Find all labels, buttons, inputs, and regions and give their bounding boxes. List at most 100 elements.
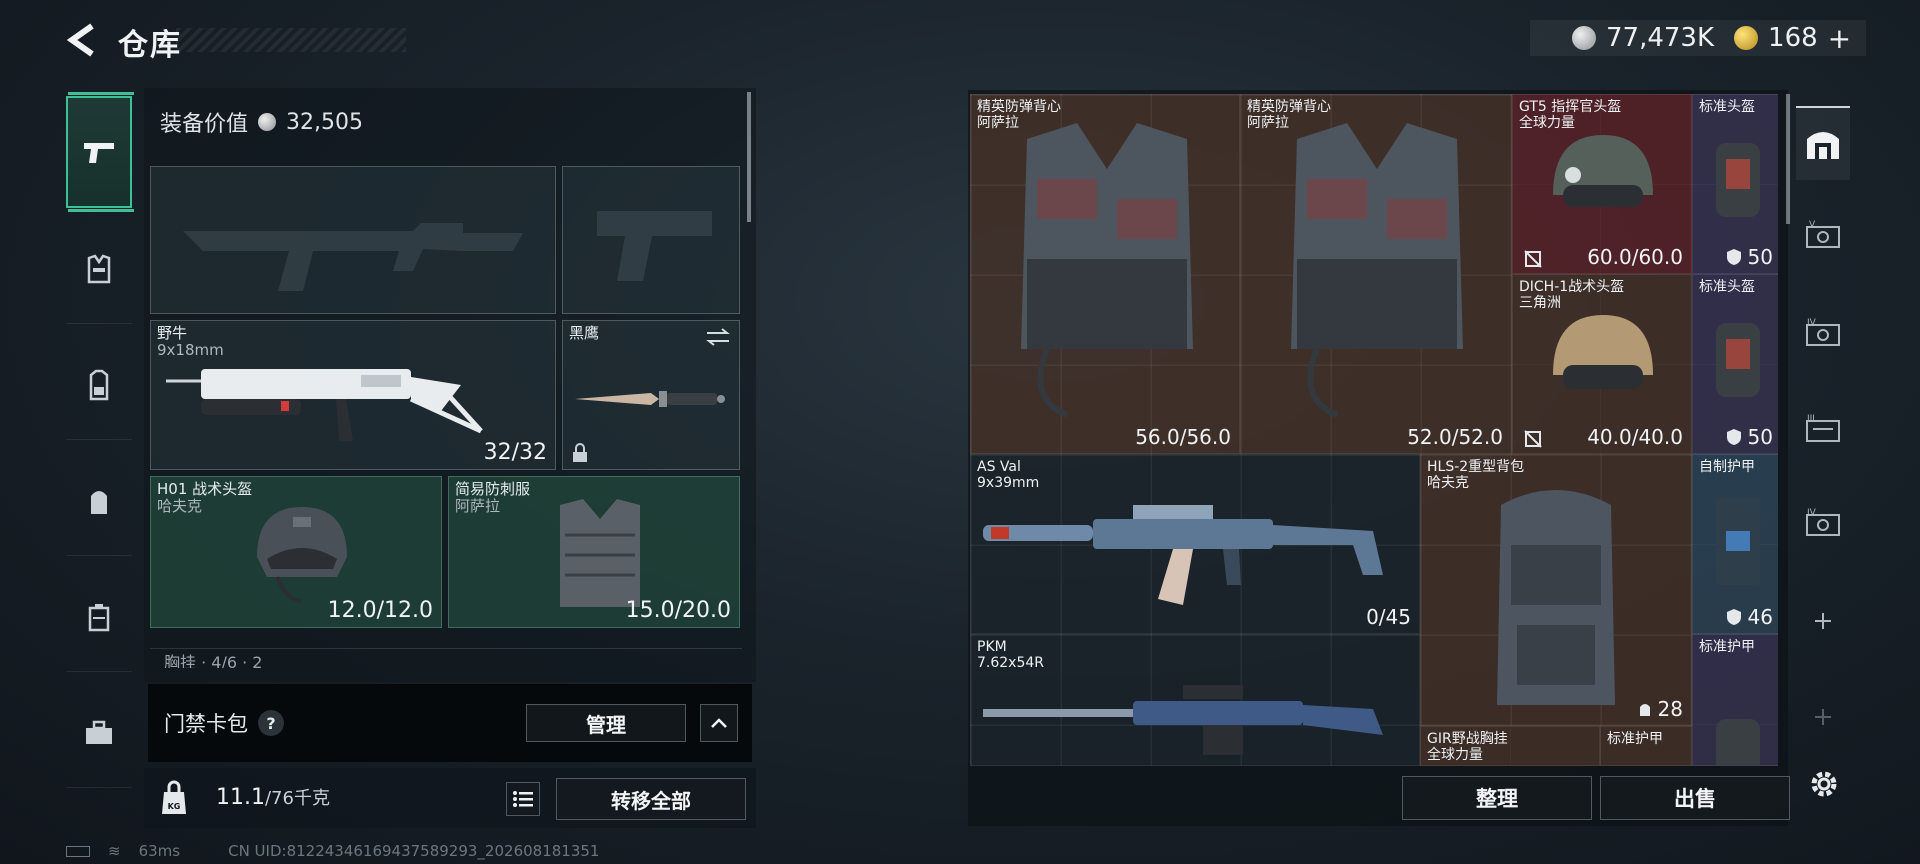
back-button[interactable] <box>62 18 102 62</box>
stash-case-icon: IV <box>1806 318 1840 346</box>
secondary-weapon-slot[interactable]: 野牛 9x18mm 32/32 <box>150 320 556 470</box>
armor-level: 50 <box>1726 245 1773 269</box>
durability: 60.0/60.0 <box>1587 245 1683 269</box>
help-icon[interactable]: ? <box>258 710 284 736</box>
sort-button[interactable]: 整理 <box>1402 776 1592 820</box>
durability: 12.0/12.0 <box>327 598 433 623</box>
armor-level-value: 46 <box>1747 605 1773 629</box>
svg-text:KG: KG <box>168 802 181 811</box>
slot-item-faction: 阿萨拉 <box>455 497 501 515</box>
shield-icon <box>1726 429 1741 445</box>
pistol-silhouette-icon <box>597 211 712 281</box>
card-pack-label: 门禁卡包 <box>164 712 248 736</box>
sell-button[interactable]: 出售 <box>1600 776 1790 820</box>
storage-icon <box>1807 132 1839 159</box>
helmet-image <box>257 507 347 603</box>
no-repair-icon <box>1524 250 1542 268</box>
toolbox-icon <box>86 720 112 744</box>
armor-plate-image <box>1716 497 1760 585</box>
nav-backpack[interactable] <box>66 446 132 556</box>
stash-item-faction: 全球力量 <box>1427 747 1483 763</box>
nav-armor[interactable] <box>66 214 132 324</box>
nav-rig[interactable] <box>66 330 132 440</box>
slot-item-name: 野牛 <box>157 324 188 342</box>
add-stash-tab-button-2[interactable] <box>1796 680 1850 754</box>
svg-text:III: III <box>1807 414 1815 424</box>
stash-item-standard-armor-1[interactable]: 标准护甲 <box>1692 634 1778 766</box>
stash-item-gt5-helmet[interactable]: GT5 指挥官头盔 全球力量 60.0/60.0 <box>1512 94 1692 274</box>
manage-button[interactable]: 管理 <box>526 704 686 742</box>
battery-icon <box>66 845 90 857</box>
svg-text:V: V <box>1809 220 1816 230</box>
nav-toolbox[interactable] <box>66 678 132 788</box>
stash-tab-5[interactable]: IV <box>1796 486 1850 560</box>
armor-plate-image <box>1716 719 1760 765</box>
chevron-left-icon <box>66 23 94 57</box>
ping: 63ms <box>138 842 181 860</box>
current-weight: 11.1 <box>216 785 265 810</box>
stash-tab-3[interactable]: IV <box>1796 296 1850 370</box>
vest-image <box>1021 123 1193 418</box>
stash-item-dich-helmet[interactable]: DICH-1战术头盔 三角洲 40.0/40.0 <box>1512 274 1692 454</box>
backpack-icon <box>91 490 107 514</box>
stash-item-standard-helmet-1[interactable]: 标准头盔 50 <box>1692 94 1778 274</box>
stash-tab-4[interactable]: III <box>1796 392 1850 466</box>
stash-item-gir-rig[interactable]: GIR野战胸挂 全球力量 <box>1420 726 1600 766</box>
armor-level-value: 50 <box>1747 425 1773 449</box>
uid: CN UID:8122434616943758929​3_20260818135… <box>228 842 600 860</box>
equipment-value-amount: 32,505 <box>286 109 363 135</box>
loadout-scrollbar[interactable] <box>747 92 751 222</box>
weight-icon: KG <box>162 780 186 814</box>
ammo-count: 32/32 <box>483 440 547 465</box>
swap-icon[interactable] <box>705 327 731 347</box>
melee-slot[interactable]: 黑鹰 <box>562 320 740 470</box>
settings-button[interactable] <box>1800 760 1848 808</box>
add-currency-button[interactable]: + <box>1828 22 1851 55</box>
stash-item-name: 标准护甲 <box>1607 731 1663 747</box>
gold-coin-icon <box>1734 26 1759 50</box>
svg-text:IV: IV <box>1807 508 1817 518</box>
durability: 40.0/40.0 <box>1587 425 1683 449</box>
armor-level-value: 50 <box>1747 245 1773 269</box>
nav-weapons[interactable] <box>66 92 134 212</box>
sidearm-slot[interactable] <box>562 166 740 314</box>
collapse-button[interactable] <box>700 704 738 742</box>
transfer-all-button[interactable]: 转移全部 <box>556 778 746 820</box>
stash-item-as-val[interactable]: AS Val 9x39mm 0/45 <box>970 454 1420 634</box>
durability: 56.0/56.0 <box>1135 425 1231 449</box>
stash-item-homemade-armor[interactable]: 自制护甲 46 <box>1692 454 1778 634</box>
add-stash-tab-button[interactable] <box>1796 584 1850 658</box>
chest-rig-slot-preview[interactable]: 胸挂 · 4/6 · 2 <box>150 648 742 668</box>
machine-gun-image <box>983 685 1383 755</box>
stash-tab-2[interactable]: V <box>1796 198 1850 272</box>
stash-item-faction: 哈夫克 <box>1427 475 1469 491</box>
list-view-button[interactable] <box>506 782 540 816</box>
gear-icon <box>1811 771 1837 797</box>
stash-item-vest-2[interactable]: 精英防弹背心 阿萨拉 52.0/52.0 <box>1240 94 1512 454</box>
shield-icon <box>1726 609 1741 625</box>
helmet-image <box>1553 135 1653 207</box>
silver-amount: 77,473K <box>1606 23 1715 53</box>
nav-container[interactable] <box>66 562 132 672</box>
helmet-slot[interactable]: H01 战术头盔 哈夫克 12.0/12.0 <box>150 476 442 628</box>
stash-grid: 精英防弹背心 阿萨拉 56.0/56.0 精英防弹背心 阿萨拉 52.0/52.… <box>970 94 1778 766</box>
plus-icon <box>1815 613 1831 629</box>
stash-item-vest-1[interactable]: 精英防弹背心 阿萨拉 56.0/56.0 <box>970 94 1240 454</box>
stash-case-icon: V <box>1806 220 1840 248</box>
stash-item-standard-helmet-2[interactable]: 标准头盔 50 <box>1692 274 1778 454</box>
stash-case-icon: III <box>1806 414 1840 442</box>
rifle-silhouette-icon <box>183 223 523 291</box>
stash-tab-main[interactable] <box>1796 106 1850 180</box>
stash-item-pkm[interactable]: PKM 7.62x54R <box>970 634 1420 766</box>
armor-slot[interactable]: 简易防刺服 阿萨拉 15.0/20.0 <box>448 476 740 628</box>
stash-item-name: GT5 指挥官头盔 <box>1519 99 1622 115</box>
stash-item-standard-armor-2[interactable]: 标准护甲 <box>1600 726 1692 766</box>
stash-item-name: 精英防弹背心 <box>1247 99 1331 115</box>
gold-amount: 168 <box>1768 23 1818 53</box>
primary-weapon-slot[interactable] <box>150 166 556 314</box>
ammo-count: 0/45 <box>1366 605 1411 629</box>
stash-item-hls2-backpack[interactable]: HLS-2重型背包 哈夫克 28 <box>1420 454 1692 726</box>
stash-scrollbar[interactable] <box>1786 94 1790 224</box>
title-decoration <box>176 28 406 52</box>
backpack-image <box>1497 490 1615 705</box>
